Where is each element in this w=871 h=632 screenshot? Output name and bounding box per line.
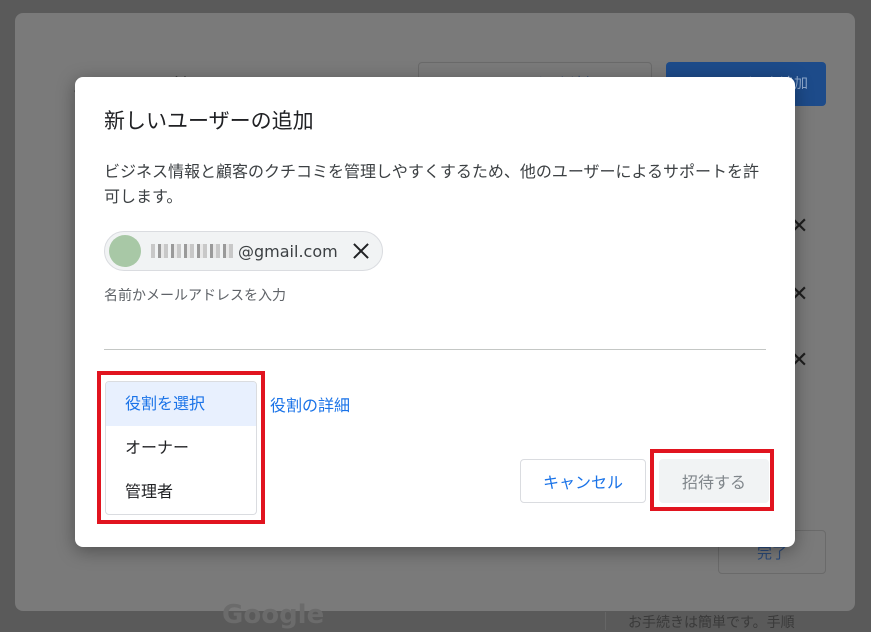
google-logo: Google [222, 600, 325, 630]
avatar [109, 235, 141, 267]
dialog-title: 新しいユーザーの追加 [104, 109, 314, 133]
role-option-owner[interactable]: オーナー [106, 426, 256, 470]
recipient-field[interactable] [104, 285, 766, 350]
cancel-button[interactable]: キャンセル [520, 459, 646, 503]
dialog-description: ビジネス情報と顧客のクチコミを管理しやすくするため、他のユーザーによるサポートを… [104, 162, 760, 206]
add-user-dialog: 新しいユーザーの追加 ビジネス情報と顧客のクチコミを管理しやすくするため、他のユ… [75, 77, 795, 547]
role-option-select[interactable]: 役割を選択 [106, 382, 256, 426]
role-details-link[interactable]: 役割の詳細 [270, 392, 350, 416]
email-chip[interactable]: @gmail.com [104, 231, 383, 271]
background-divider [605, 612, 606, 630]
role-option-manager[interactable]: 管理者 [106, 470, 256, 514]
role-dropdown-menu[interactable]: 役割を選択 オーナー 管理者 [105, 381, 257, 515]
invite-button[interactable]: 招待する [659, 459, 769, 503]
redacted-email-prefix [151, 244, 236, 258]
background-footer-text: お手続きは簡単です。手順 [628, 615, 795, 631]
name-or-email-input[interactable] [104, 288, 766, 304]
email-chip-text: @gmail.com [238, 241, 338, 261]
close-icon[interactable] [350, 240, 372, 262]
